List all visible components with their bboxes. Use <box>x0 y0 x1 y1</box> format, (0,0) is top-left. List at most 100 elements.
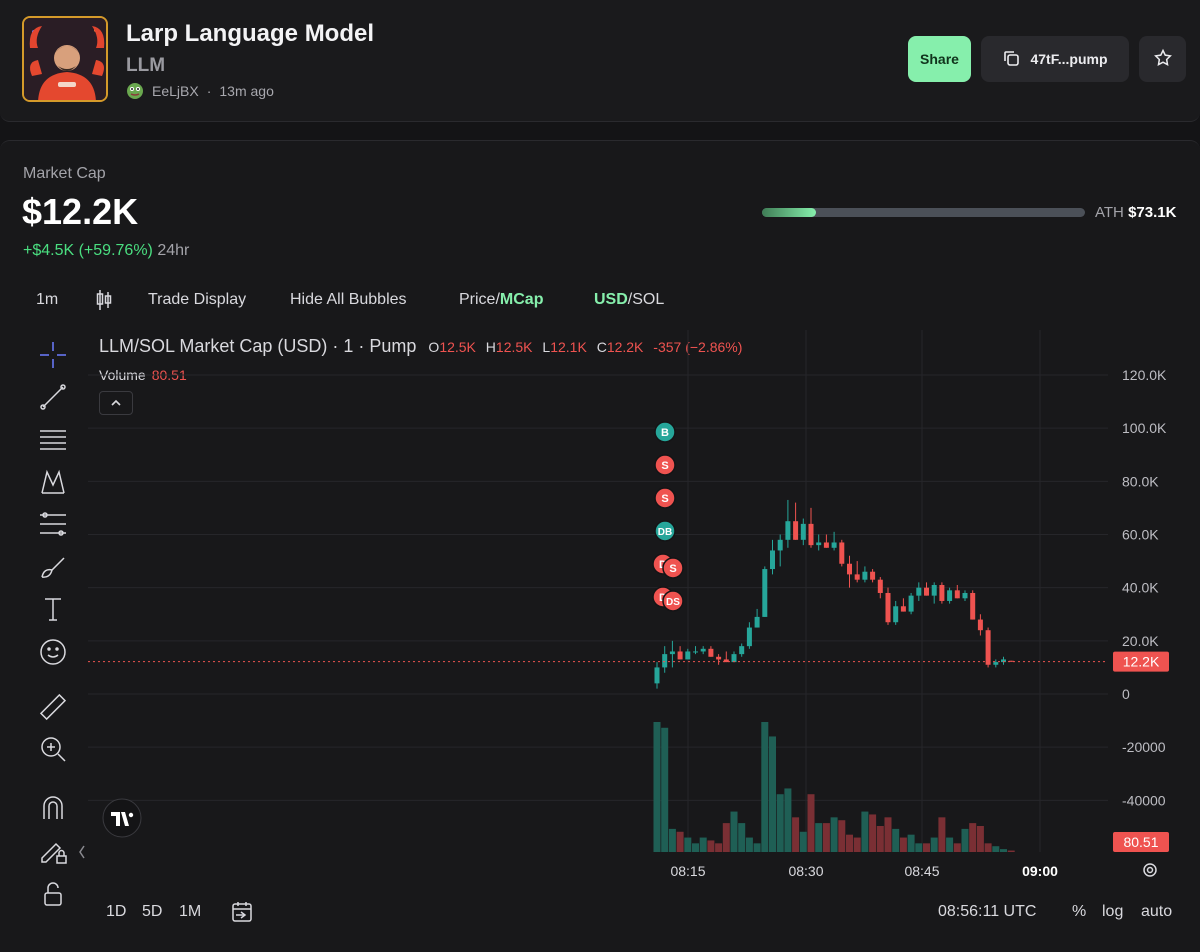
token-header: Larp Language Model LLM EeLjBX · 13m ago… <box>0 0 1200 122</box>
candle-body <box>947 590 953 601</box>
volume-bar <box>930 837 938 852</box>
log-scale-toggle[interactable]: log <box>1102 903 1123 921</box>
tradingview-dot <box>128 812 134 818</box>
candle-body <box>770 550 775 570</box>
volume-bar <box>899 837 907 852</box>
candle-body <box>877 579 883 593</box>
trade-bubble-label: S <box>661 493 668 505</box>
candle-body <box>962 592 968 599</box>
volume-bar <box>815 823 823 852</box>
candle-body <box>793 521 799 540</box>
contract-address: 47tF...pump <box>1030 51 1108 67</box>
separator-dot: · <box>206 83 212 99</box>
range-5d-button[interactable]: 5D <box>142 903 162 921</box>
candle-body <box>993 662 999 665</box>
candle-body <box>708 648 714 657</box>
candle-body <box>862 571 868 580</box>
candle-body <box>885 592 891 623</box>
copy-icon <box>1002 49 1020 70</box>
auto-scale-toggle[interactable]: auto <box>1141 903 1172 921</box>
trade-bubble-label: DB <box>658 527 672 538</box>
price-chart[interactable]: 120.0K 100.0K 80.0K 60.0K 40.0K 20.0K 0 -20000 -… <box>0 140 1200 880</box>
volume-bar <box>907 834 915 852</box>
trade-bubble-label: S <box>661 460 668 472</box>
candle-body <box>746 627 752 647</box>
candle-body <box>854 574 860 580</box>
range-1d-button[interactable]: 1D <box>106 903 126 921</box>
creator-row: EeLjBX · 13m ago <box>126 82 274 100</box>
candle-body <box>800 523 806 540</box>
volume-bar <box>953 843 961 852</box>
volume-bar <box>676 831 684 852</box>
x-tick-label: 08:30 <box>788 863 823 879</box>
candle-body <box>785 521 791 540</box>
candle-body <box>777 539 783 551</box>
range-1m-button[interactable]: 1M <box>179 903 201 921</box>
copy-contract-button[interactable]: 47tF...pump <box>981 36 1129 82</box>
volume-bar <box>884 817 892 852</box>
candle-body <box>970 592 976 620</box>
candle-body <box>685 651 691 660</box>
volume-bar <box>976 826 984 852</box>
volume-bar <box>984 843 992 852</box>
candle-body <box>716 656 722 660</box>
volume-bar <box>861 811 869 852</box>
y-tick-label: 80.0K <box>1122 473 1159 489</box>
candle-body <box>816 542 822 546</box>
volume-bar <box>961 828 969 852</box>
volume-bar <box>784 788 792 852</box>
volume-bar <box>776 794 784 852</box>
created-age: 13m ago <box>219 83 274 99</box>
percent-scale-toggle[interactable]: % <box>1072 903 1086 921</box>
volume-bar <box>769 736 776 852</box>
y-tick-label: 120.0K <box>1122 367 1167 383</box>
last-price-label: 12.2K <box>1123 654 1160 670</box>
y-tick-label: 60.0K <box>1122 527 1159 543</box>
token-title: Larp Language Model <box>126 20 375 47</box>
creator-name[interactable]: EeLjBX <box>152 83 199 99</box>
volume-bar <box>807 794 815 852</box>
volume-bar <box>876 826 884 852</box>
star-icon <box>1153 48 1173 71</box>
volume-bar <box>792 817 800 852</box>
candle-body <box>739 646 745 655</box>
candle-body <box>669 651 675 655</box>
candle-body <box>916 587 922 596</box>
settings-gear-center <box>1146 866 1154 874</box>
volume-bar <box>722 823 730 852</box>
trade-bubble-label: B <box>661 427 669 439</box>
volume-bar <box>822 823 830 852</box>
candle-body <box>808 523 814 546</box>
volume-bar <box>707 840 715 852</box>
volume-bar <box>830 817 838 852</box>
creator-avatar-icon[interactable] <box>126 82 144 100</box>
clock-time[interactable]: 08:56:11 UTC <box>938 903 1036 921</box>
volume-bar <box>661 727 669 852</box>
candle-body <box>924 587 929 596</box>
settings-gear-icon[interactable] <box>1143 863 1157 877</box>
candle-body <box>831 542 837 548</box>
volume-bar <box>753 843 761 852</box>
candle-body <box>677 651 683 660</box>
y-tick-label: -20000 <box>1122 739 1166 755</box>
candle-body <box>693 651 698 653</box>
x-tick-label: 08:45 <box>904 863 939 879</box>
volume-bar <box>892 828 900 852</box>
candle-body <box>754 616 760 628</box>
candle-body <box>654 667 660 684</box>
token-avatar[interactable] <box>22 16 108 102</box>
candle-body <box>847 563 852 575</box>
x-tick-label: 09:00 <box>1022 863 1058 879</box>
chart-bottom-bar: 1D 5D 1M 08:56:11 UTC % log auto <box>0 899 1200 929</box>
volume-bar <box>1000 849 1007 852</box>
candle-body <box>731 654 737 663</box>
volume-bar <box>1007 850 1015 852</box>
share-button[interactable]: Share <box>908 36 971 82</box>
goto-date-button[interactable] <box>230 900 254 929</box>
collapse-tools-icon[interactable] <box>79 845 85 859</box>
candle-body <box>662 654 668 668</box>
y-tick-label: -40000 <box>1122 792 1166 808</box>
favorite-button[interactable] <box>1139 36 1186 82</box>
candle-body <box>900 606 906 612</box>
candle-body <box>823 542 829 548</box>
